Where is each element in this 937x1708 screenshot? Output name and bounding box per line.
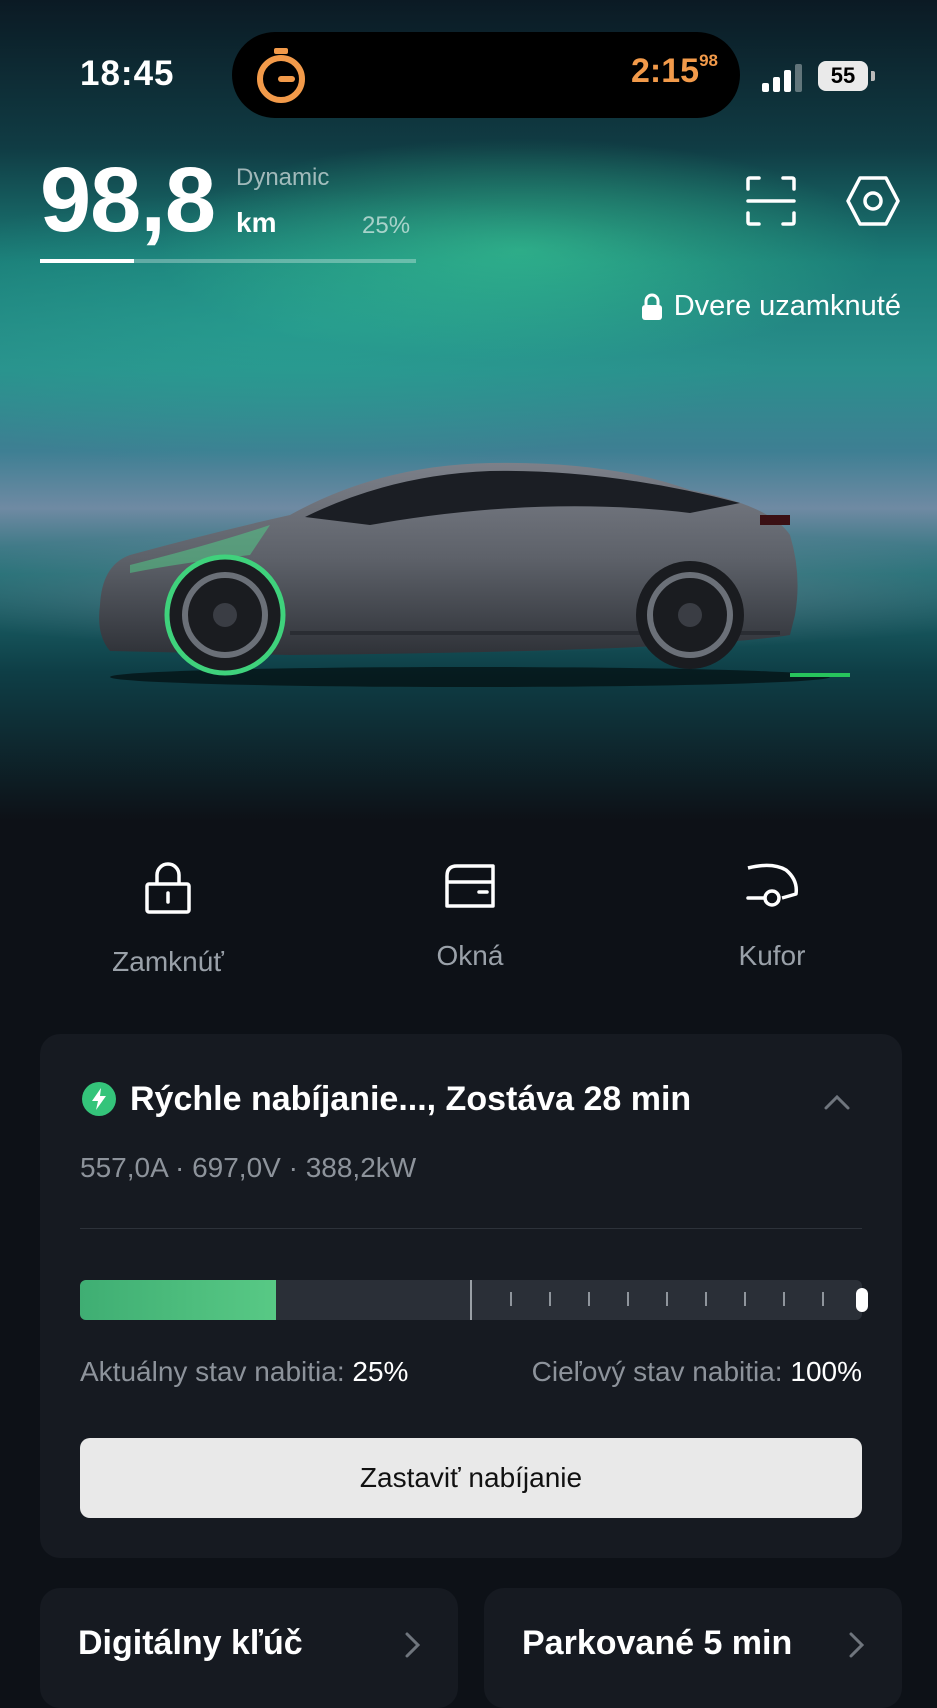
windows-label: Okná bbox=[436, 940, 504, 971]
settings-icon[interactable] bbox=[845, 173, 901, 229]
charging-bolt-icon bbox=[82, 1082, 116, 1116]
lock-button[interactable]: Zamknúť bbox=[68, 860, 268, 978]
charge-midpoint-marker bbox=[470, 1280, 472, 1320]
trunk-label: Kufor bbox=[738, 940, 806, 971]
windows-button[interactable]: Okná bbox=[370, 860, 570, 972]
trunk-icon bbox=[746, 863, 799, 907]
window-icon bbox=[445, 864, 495, 908]
stopwatch-icon bbox=[257, 48, 305, 103]
scan-icon[interactable] bbox=[745, 175, 797, 227]
range-value: 98,8 bbox=[40, 149, 216, 251]
range-progress-bar bbox=[40, 259, 416, 263]
charge-tick bbox=[744, 1292, 746, 1306]
charge-tick bbox=[588, 1292, 590, 1306]
trunk-button[interactable]: Kufor bbox=[672, 860, 872, 972]
target-charge: Cieľový stav nabitia: 100% bbox=[531, 1356, 862, 1387]
charge-tick bbox=[822, 1292, 824, 1306]
stop-charging-button[interactable]: Zastaviť nabíjanie bbox=[80, 1438, 862, 1518]
charge-tick bbox=[549, 1292, 551, 1306]
digital-key-tile[interactable]: Digitálny kľúč bbox=[40, 1588, 458, 1708]
range-unit: km bbox=[236, 207, 277, 238]
charge-tick bbox=[510, 1292, 512, 1306]
charge-tick bbox=[705, 1292, 707, 1306]
status-time: 18:45 bbox=[80, 54, 175, 93]
battery-icon: 55 bbox=[818, 61, 875, 91]
digital-key-label: Digitálny kľúč bbox=[78, 1624, 303, 1662]
dynamic-island[interactable]: 2:1598 bbox=[232, 32, 740, 118]
battery-level: 55 bbox=[818, 61, 868, 91]
charge-tick bbox=[627, 1292, 629, 1306]
divider bbox=[80, 1228, 862, 1229]
quick-actions: Zamknúť Okná Kufor bbox=[0, 860, 937, 1000]
drive-mode: Dynamic bbox=[236, 164, 330, 191]
parked-label: Parkované 5 min bbox=[522, 1624, 793, 1662]
timer-readout: 2:1598 bbox=[631, 50, 718, 90]
charge-level-fill bbox=[80, 1280, 276, 1320]
chevron-up-icon[interactable] bbox=[822, 1090, 852, 1114]
door-lock-status: Dvere uzamknuté bbox=[640, 290, 901, 323]
charging-card: Rýchle nabíjanie..., Zostáva 28 min 557,… bbox=[40, 1034, 902, 1558]
chevron-right-icon bbox=[849, 1632, 865, 1658]
current-charge: Aktuálny stav nabitia: 25% bbox=[80, 1356, 409, 1387]
lock-icon bbox=[145, 862, 191, 914]
battery-percent: 25% bbox=[362, 212, 411, 239]
target-charge-handle[interactable] bbox=[856, 1288, 868, 1312]
door-status-label: Dvere uzamknuté bbox=[673, 290, 901, 322]
parked-tile[interactable]: Parkované 5 min bbox=[484, 1588, 902, 1708]
chevron-right-icon bbox=[405, 1632, 421, 1658]
charging-title: Rýchle nabíjanie..., Zostáva 28 min bbox=[130, 1080, 692, 1118]
signal-icon bbox=[762, 62, 804, 92]
lock-icon bbox=[641, 293, 662, 320]
charge-tick bbox=[783, 1292, 785, 1306]
charging-stats: 557,0A · 697,0V · 388,2kW bbox=[80, 1152, 417, 1183]
charge-tick bbox=[666, 1292, 668, 1306]
range-progress-fill bbox=[40, 259, 134, 263]
hero-background bbox=[0, 0, 937, 820]
car-image bbox=[99, 462, 850, 687]
lock-label: Zamknúť bbox=[112, 946, 224, 977]
